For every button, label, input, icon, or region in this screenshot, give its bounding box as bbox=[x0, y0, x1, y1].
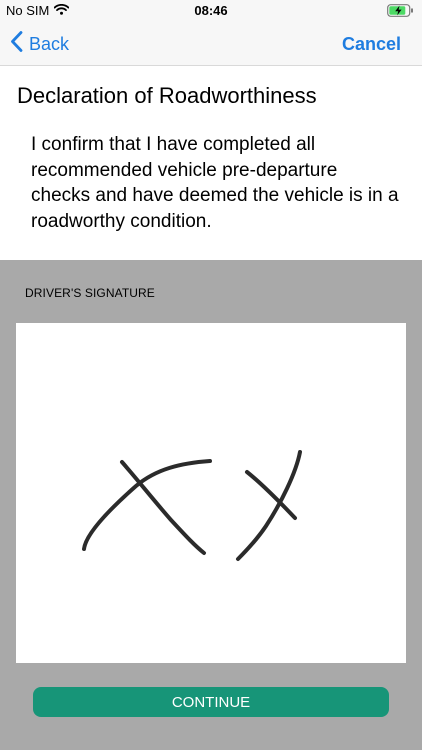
continue-button[interactable]: CONTINUE bbox=[33, 687, 389, 717]
wifi-icon bbox=[54, 3, 70, 18]
status-right-group bbox=[387, 4, 414, 22]
signature-label: DRIVER'S SIGNATURE bbox=[25, 286, 155, 300]
battery-charging-icon bbox=[387, 4, 414, 22]
signature-pad[interactable] bbox=[16, 323, 406, 663]
carrier-label: No SIM bbox=[6, 3, 50, 18]
navigation-bar: Back Cancel bbox=[0, 22, 422, 66]
status-bar: No SIM 08:46 bbox=[0, 0, 422, 22]
back-label: Back bbox=[29, 33, 70, 54]
screen: No SIM 08:46 Back Cancel Declaration of … bbox=[0, 0, 422, 750]
signature-section: DRIVER'S SIGNATURE CONTINUE bbox=[0, 260, 422, 750]
page-title: Declaration of Roadworthiness bbox=[17, 83, 317, 108]
status-carrier-group: No SIM bbox=[6, 3, 70, 18]
back-button[interactable]: Back bbox=[10, 30, 69, 58]
signature-drawing bbox=[82, 450, 302, 561]
cancel-button[interactable]: Cancel bbox=[342, 30, 401, 58]
chevron-left-icon bbox=[10, 31, 23, 57]
declaration-text: I confirm that I have completed all reco… bbox=[31, 134, 399, 232]
